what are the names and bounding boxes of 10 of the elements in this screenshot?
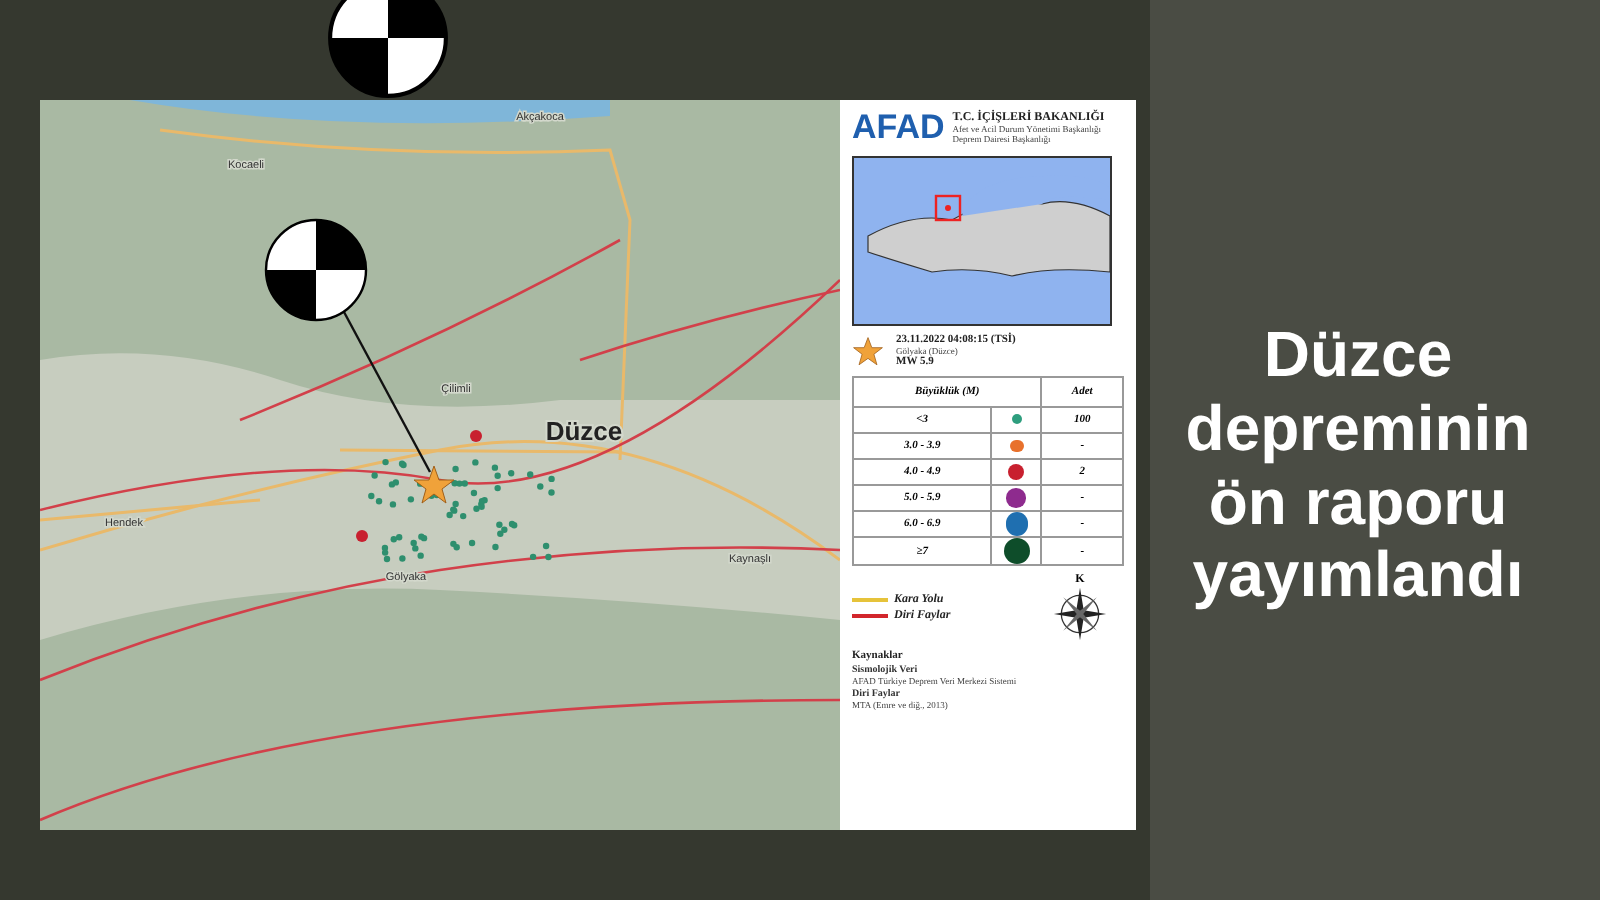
earthquake-dot: [356, 530, 368, 542]
star-icon: [852, 335, 884, 367]
beachball-icon: [264, 218, 368, 322]
compass-rose-icon: [1052, 586, 1108, 642]
beachball-icon: [326, 0, 450, 100]
earthquake-dot: [470, 430, 482, 442]
headline: Düzce depreminin ön raporu yayımlandı: [1183, 317, 1533, 613]
epicenter-star-icon: [413, 465, 455, 504]
afad-logo: AFAD: [852, 108, 945, 148]
city-label: Düzce: [545, 416, 623, 446]
